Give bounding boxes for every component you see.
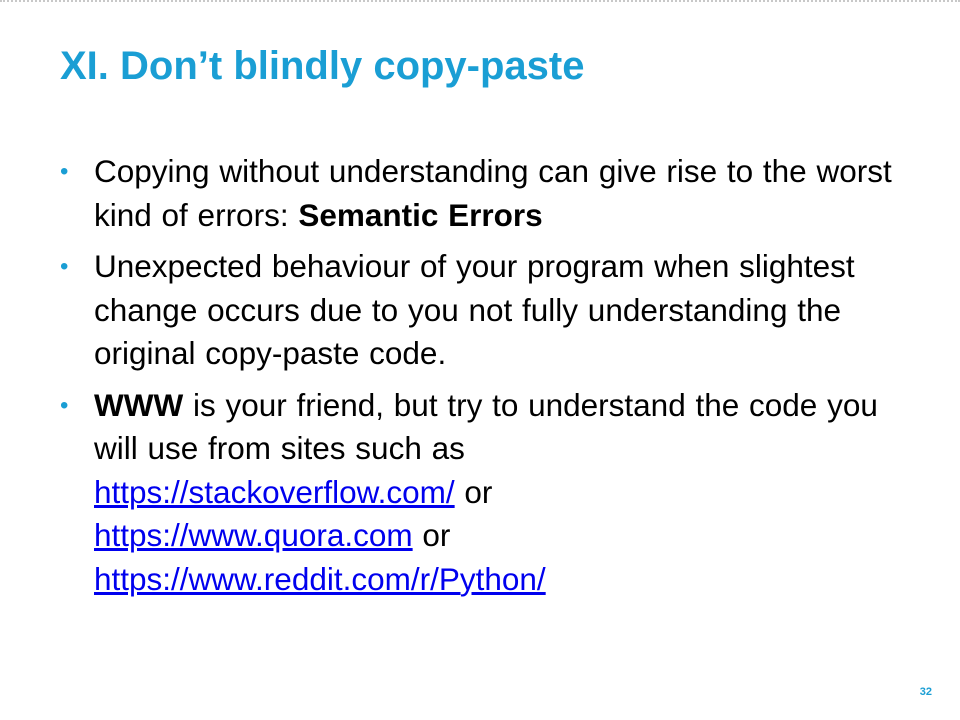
reddit-python-link[interactable]: https://www.reddit.com/r/Python/ [94,561,546,597]
quora-link[interactable]: https://www.quora.com [94,517,413,553]
bullet-bold-text: Semantic Errors [298,196,543,233]
bullet-item: • Copying without understanding can give… [60,150,900,237]
bullet-bold-text: WWW [94,386,184,423]
bullet-item: • WWW is your friend, but try to underst… [60,384,900,602]
bullet-text: Unexpected behaviour of your program whe… [94,248,855,371]
bullet-marker: • [60,253,69,280]
bullet-text: or [454,473,493,510]
bullet-item: • Unexpected behaviour of your program w… [60,245,900,376]
bullet-text: or [412,517,451,553]
bullet-marker: • [60,391,69,419]
page-number: 32 [919,686,932,698]
stackoverflow-link[interactable]: https://stackoverflow.com/ [94,474,455,510]
slide-title: XI. Don’t blindly copy-paste [60,44,585,88]
top-dotted-rule [0,0,960,2]
bullet-marker: • [60,158,69,185]
bullet-text: is your friend, but try to understand th… [94,386,878,467]
slide: XI. Don’t blindly copy-paste • Copying w… [0,0,960,720]
bullet-list: • Copying without understanding can give… [60,150,900,609]
